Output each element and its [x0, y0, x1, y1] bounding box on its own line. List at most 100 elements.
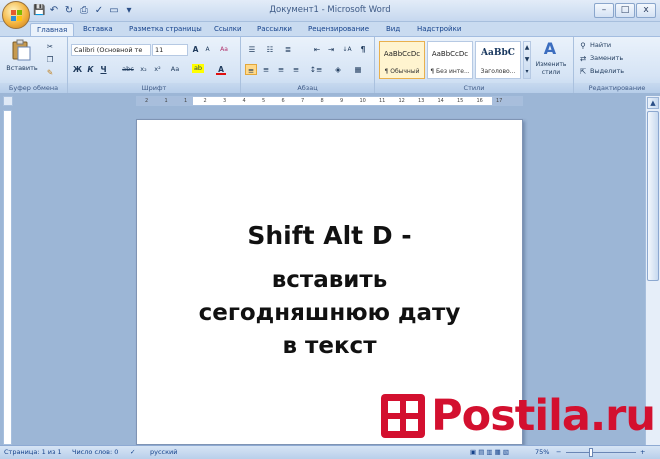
tab-view[interactable]: Вид — [380, 23, 406, 36]
multilevel-list-icon[interactable]: ≣ — [281, 44, 295, 55]
style-normal-sample: AaBbCcDc — [383, 50, 421, 58]
ruler-number: 6 — [281, 98, 285, 104]
shading-icon[interactable]: ◈ — [331, 64, 345, 75]
zoom-in-icon[interactable]: + — [640, 446, 645, 459]
change-styles-button[interactable]: Изменить стили — [533, 61, 569, 79]
line-spacing-icon[interactable]: ↕≡ — [309, 64, 323, 75]
ruler-number: 5 — [262, 98, 266, 104]
language-indicator[interactable]: русский — [150, 446, 178, 459]
editing-group-label: Редактирование — [574, 83, 660, 93]
scroll-up-icon[interactable]: ▲ — [647, 97, 659, 109]
page-count[interactable]: Страница: 1 из 1 — [4, 446, 62, 459]
change-styles-icon[interactable]: A — [539, 39, 561, 61]
ribbon-tabs: Главная Вставка Разметка страницы Ссылки… — [0, 22, 660, 36]
select-button[interactable]: Выделить — [590, 66, 640, 77]
shrink-font-button[interactable]: A — [202, 44, 213, 55]
replace-icon[interactable]: ⇄ — [578, 53, 588, 64]
clear-format-button[interactable]: Aa — [217, 44, 231, 55]
replace-button[interactable]: Заменить — [590, 53, 640, 64]
align-left-icon[interactable]: ≡ — [245, 64, 257, 75]
view-buttons[interactable]: ▣ ▤ ▥ ▦ ▧ — [470, 446, 509, 459]
paste-icon[interactable] — [10, 39, 32, 61]
tab-mailings[interactable]: Рассылки — [251, 23, 298, 36]
scroll-thumb[interactable] — [647, 111, 659, 281]
font-group-label: Шрифт — [68, 83, 240, 93]
spellcheck-icon[interactable]: ✓ — [130, 446, 135, 459]
style-normal[interactable]: AaBbCcDc ¶ Обычный — [379, 41, 425, 79]
find-button[interactable]: Найти — [590, 40, 640, 51]
paste-button-label[interactable]: Вставить — [4, 63, 40, 74]
ruler-number: 4 — [242, 98, 246, 104]
style-heading-name: Заголово... — [480, 68, 516, 75]
tab-references[interactable]: Ссылки — [208, 23, 248, 36]
paragraph-group-label: Абзац — [241, 83, 374, 93]
underline-button[interactable]: Ч — [98, 64, 109, 75]
ruler-number: 1 — [164, 98, 168, 104]
tab-page-layout[interactable]: Разметка страницы — [123, 23, 208, 36]
horizontal-ruler[interactable]: 2 1 1 2 3 4 5 6 7 8 9 10 11 12 13 14 15 16 17 — [136, 96, 523, 106]
vertical-ruler[interactable] — [3, 110, 12, 445]
styles-scroll[interactable]: ▲ ▼ ▾ — [523, 41, 531, 79]
zoom-out-icon[interactable]: − — [556, 446, 561, 459]
zoom-level[interactable]: 75% — [535, 446, 549, 459]
grow-font-button[interactable]: A — [190, 44, 201, 55]
tab-insert[interactable]: Вставка — [77, 23, 119, 36]
change-case-button[interactable]: Aa — [168, 64, 182, 75]
office-button[interactable] — [2, 1, 30, 29]
increase-indent-icon[interactable]: ⇥ — [325, 44, 337, 55]
ruler-number: 10 — [359, 98, 366, 104]
ribbon: Вставить ✂ ❐ ✎ Буфер обмена Calibri (Осн… — [0, 36, 660, 93]
show-marks-button[interactable]: ¶ — [357, 44, 369, 55]
font-color-button[interactable]: A — [216, 64, 226, 75]
subscript-button[interactable]: x₂ — [138, 64, 149, 75]
italic-button[interactable]: К — [85, 64, 96, 75]
numbering-icon[interactable]: ☷ — [263, 44, 277, 55]
tab-review[interactable]: Рецензирование — [302, 23, 375, 36]
document-line-3: сегодняшнюю дату — [198, 300, 461, 326]
font-size-box[interactable]: 11 — [152, 44, 188, 56]
style-heading-sample: AaBbC — [481, 48, 515, 58]
watermark-logo: Postila.ru — [379, 390, 656, 442]
borders-icon[interactable]: ▦ — [351, 64, 365, 75]
cut-icon[interactable]: ✂ — [44, 41, 56, 52]
ruler-toggle[interactable] — [3, 96, 13, 106]
clipboard-group: Вставить ✂ ❐ ✎ Буфер обмена — [0, 37, 68, 93]
align-right-icon[interactable]: ≡ — [275, 64, 287, 75]
ruler-number: 15 — [457, 98, 464, 104]
word-count[interactable]: Число слов: 0 — [72, 446, 118, 459]
decrease-indent-icon[interactable]: ⇤ — [311, 44, 323, 55]
font-name-box[interactable]: Calibri (Основной те — [71, 44, 151, 56]
superscript-button[interactable]: x² — [152, 64, 163, 75]
bullets-icon[interactable]: ☰ — [245, 44, 259, 55]
bold-button[interactable]: Ж — [72, 64, 83, 75]
document-body-text: вставить сегодняшнюю дату в текст — [137, 264, 522, 363]
editing-group: ⚲ Найти ⇄ Заменить ⇱ Выделить Редактиров… — [574, 37, 660, 93]
paragraph-group: ☰ ☷ ≣ ⇤ ⇥ ↓A ¶ ≡ ≡ ≡ ≡ ↕≡ ◈ ▦ Абзац — [241, 37, 375, 93]
watermark-text: Postila.ru — [431, 391, 656, 441]
style-no-spacing[interactable]: AaBbCcDc ¶ Без инте... — [427, 41, 473, 79]
tab-home[interactable]: Главная — [30, 23, 75, 36]
ruler-number: 14 — [437, 98, 444, 104]
document-line-1: Shift Alt D - — [247, 221, 412, 250]
align-center-icon[interactable]: ≡ — [260, 64, 272, 75]
close-button[interactable]: x — [636, 3, 656, 18]
minimize-button[interactable]: – — [594, 3, 614, 18]
styles-group-label: Стили — [375, 83, 573, 93]
maximize-button[interactable]: □ — [615, 3, 635, 18]
style-no-spacing-name: ¶ Без инте... — [430, 68, 470, 75]
find-icon[interactable]: ⚲ — [578, 40, 588, 51]
style-heading[interactable]: AaBbC Заголово... — [475, 41, 521, 79]
zoom-slider-thumb[interactable] — [589, 448, 594, 457]
document-line-4: в текст — [282, 333, 377, 359]
select-icon[interactable]: ⇱ — [578, 66, 588, 77]
zoom-slider[interactable] — [566, 452, 636, 453]
sort-icon[interactable]: ↓A — [341, 44, 353, 55]
document-line-2: вставить — [271, 267, 388, 293]
strikethrough-button[interactable]: abc — [120, 64, 136, 75]
justify-icon[interactable]: ≡ — [290, 64, 302, 75]
highlight-button[interactable]: ab — [192, 64, 204, 73]
tab-addins[interactable]: Надстройки — [411, 23, 467, 36]
ruler-number: 9 — [340, 98, 344, 104]
copy-icon[interactable]: ❐ — [44, 54, 56, 65]
format-painter-icon[interactable]: ✎ — [44, 67, 56, 78]
